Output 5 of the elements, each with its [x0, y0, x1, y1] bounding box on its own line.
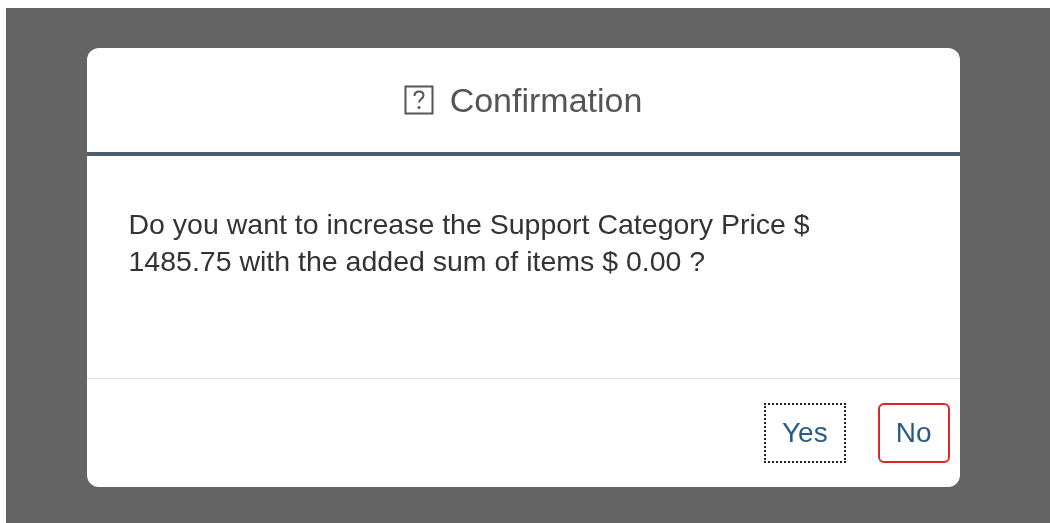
dialog-title: Confirmation	[449, 80, 643, 120]
question-icon	[403, 85, 434, 115]
dialog-button[interactable]: Yes	[764, 403, 846, 463]
dialog-message: Do you want to increase the Support Category Price $ 1485.75 with the added sum of items $ 0.00 ?	[128, 208, 810, 277]
dialog-button[interactable]: No	[877, 403, 950, 463]
